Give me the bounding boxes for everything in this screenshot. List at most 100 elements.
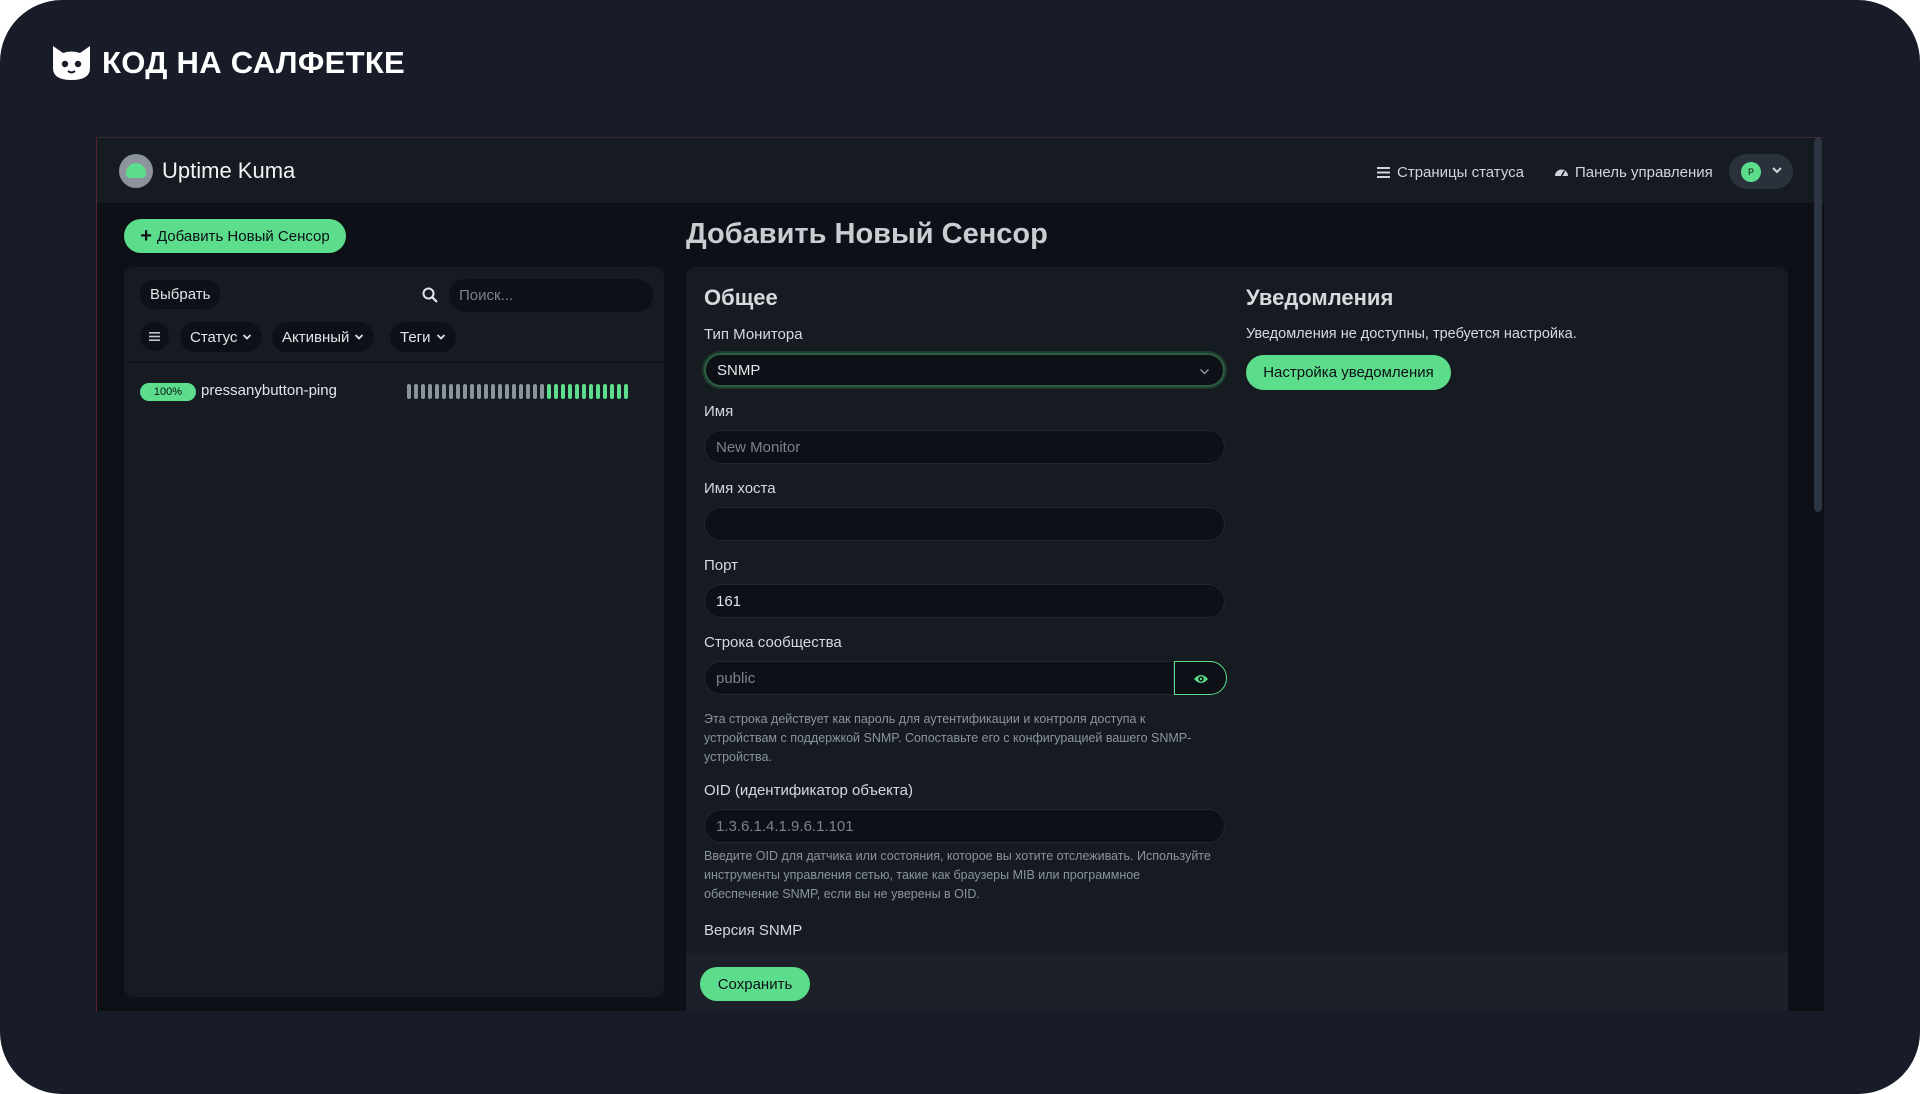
help-line: устройствам с поддержкой SNMP. Сопоставь…	[704, 731, 1192, 745]
heartbeat-empty	[414, 384, 418, 399]
heartbeat-empty	[491, 384, 495, 399]
chevron-down-icon	[1200, 369, 1209, 375]
filter-active[interactable]: Активный	[272, 322, 375, 352]
community-string-help: Эта строка действует как пароль для ауте…	[704, 710, 1225, 767]
scrollbar[interactable]	[1814, 138, 1822, 512]
list-icon	[1377, 167, 1390, 178]
heartbeat-up	[575, 384, 579, 399]
monitor-list-item[interactable]: 100% pressanybutton-ping	[124, 381, 664, 411]
uptime-badge: 100%	[140, 383, 196, 401]
app-title[interactable]: Uptime Kuma	[162, 158, 295, 184]
uptime-kuma-logo-icon[interactable]	[119, 154, 153, 188]
monitor-type-value: SNMP	[717, 361, 761, 379]
heartbeat-empty	[526, 384, 530, 399]
help-line: инструменты управления сетью, такие как …	[704, 868, 1141, 882]
heartbeat-empty	[449, 384, 453, 399]
search-icon	[422, 287, 438, 303]
heartbeat-up	[589, 384, 593, 399]
heartbeat-empty	[407, 384, 411, 399]
avatar: P	[1741, 162, 1761, 182]
profile-dropdown[interactable]: P	[1729, 154, 1793, 189]
brand-name: КОД НА САЛФЕТКЕ	[102, 45, 406, 80]
nav-status-pages[interactable]: Страницы статуса	[1376, 164, 1524, 181]
heartbeat-empty	[456, 384, 460, 399]
chevron-down-icon	[436, 334, 445, 340]
filter-active-label: Активный	[282, 328, 350, 346]
heartbeat-empty	[421, 384, 425, 399]
name-field[interactable]: New Monitor	[704, 430, 1225, 464]
heartbeat-empty	[533, 384, 537, 399]
setup-notification-button[interactable]: Настройка уведомления	[1246, 355, 1451, 390]
monitor-type-label: Тип Монитора	[704, 326, 803, 343]
heartbeat-up	[554, 384, 558, 399]
notifications-heading: Уведомления	[1246, 285, 1394, 310]
snmp-version-label: Версия SNMP	[704, 922, 803, 939]
filter-menu-button[interactable]	[140, 322, 169, 351]
nav-status-pages-label: Страницы статуса	[1397, 164, 1525, 181]
heartbeat-empty	[512, 384, 516, 399]
nav-dashboard[interactable]: Панель управления	[1554, 164, 1713, 181]
monitor-list-panel: Выбрать Статус	[124, 267, 664, 997]
heartbeat-up	[568, 384, 572, 399]
hostname-label: Имя хоста	[704, 480, 776, 497]
eye-icon	[1194, 675, 1208, 683]
help-line: Введите OID для датчика или состояния, к…	[704, 849, 1211, 863]
chevron-down-icon	[1772, 167, 1782, 174]
heartbeat-up	[610, 384, 614, 399]
heartbeat-empty	[477, 384, 481, 399]
nav-dashboard-label: Панель управления	[1575, 164, 1713, 181]
add-monitor-button[interactable]: + Добавить Новый Сенсор	[124, 219, 346, 253]
community-string-field[interactable]: public	[704, 661, 1174, 695]
heartbeat-empty	[428, 384, 432, 399]
chevron-down-icon	[355, 334, 364, 340]
screenshot-frame: КОД НА САЛФЕТКЕ Uptime Kuma Страницы ста…	[0, 0, 1920, 1094]
notifications-text: Уведомления не доступны, требуется настр…	[1246, 326, 1577, 342]
heartbeat-up	[561, 384, 565, 399]
filter-tags[interactable]: Теги	[390, 322, 456, 352]
heartbeat-up	[624, 384, 628, 399]
top-navbar: Uptime Kuma Страницы статуса Панель упра…	[97, 138, 1824, 203]
cat-logo-icon	[53, 46, 90, 80]
hostname-field[interactable]	[704, 507, 1225, 541]
filter-status[interactable]: Статус	[180, 322, 263, 352]
heartbeat-empty	[505, 384, 509, 399]
plus-icon: +	[140, 225, 152, 247]
brand: КОД НА САЛФЕТКЕ	[51, 44, 405, 82]
tachometer-icon	[1555, 169, 1568, 177]
page-title: Добавить Новый Сенсор	[686, 218, 1048, 250]
save-button[interactable]: Сохранить	[700, 967, 810, 1001]
heartbeat-empty	[442, 384, 446, 399]
app-window: Uptime Kuma Страницы статуса Панель упра…	[96, 137, 1824, 1011]
oid-help: Введите OID для датчика или состояния, к…	[704, 847, 1225, 904]
form-footer: Сохранить	[686, 953, 1788, 1011]
monitor-form: Общее Тип Монитора SNMP Имя New Monitor …	[686, 267, 1788, 1011]
heartbeat-empty	[540, 384, 544, 399]
community-string-label: Строка сообщества	[704, 634, 842, 651]
add-monitor-label: Добавить Новый Сенсор	[156, 227, 330, 245]
heartbeat-up	[582, 384, 586, 399]
heartbeat-empty	[519, 384, 523, 399]
heartbeat-empty	[484, 384, 488, 399]
filter-tags-label: Теги	[400, 328, 431, 346]
monitor-type-select[interactable]: SNMP	[704, 353, 1225, 387]
general-heading: Общее	[704, 285, 778, 310]
heartbeat-up	[603, 384, 607, 399]
search-input[interactable]	[449, 279, 653, 312]
heartbeat-up	[596, 384, 600, 399]
help-line: устройства.	[704, 750, 772, 764]
chevron-down-icon	[243, 334, 252, 340]
monitor-name: pressanybutton-ping	[201, 382, 337, 399]
help-line: Эта строка действует как пароль для ауте…	[704, 712, 1146, 726]
select-button[interactable]: Выбрать	[140, 280, 221, 309]
oid-field[interactable]: 1.3.6.1.4.1.9.6.1.101	[704, 809, 1225, 843]
heartbeat-up	[547, 384, 551, 399]
filter-status-label: Статус	[190, 328, 238, 346]
heartbeat-up	[617, 384, 621, 399]
heartbeat-empty	[435, 384, 439, 399]
port-field[interactable]: 161	[704, 584, 1225, 618]
toggle-visibility-button[interactable]	[1174, 661, 1227, 695]
monitor-list-header: Выбрать Статус	[124, 267, 664, 363]
heartbeat-empty	[498, 384, 502, 399]
help-line: обеспечение SNMP, если вы не уверены в O…	[704, 887, 980, 901]
filter-lines-icon	[149, 332, 160, 341]
